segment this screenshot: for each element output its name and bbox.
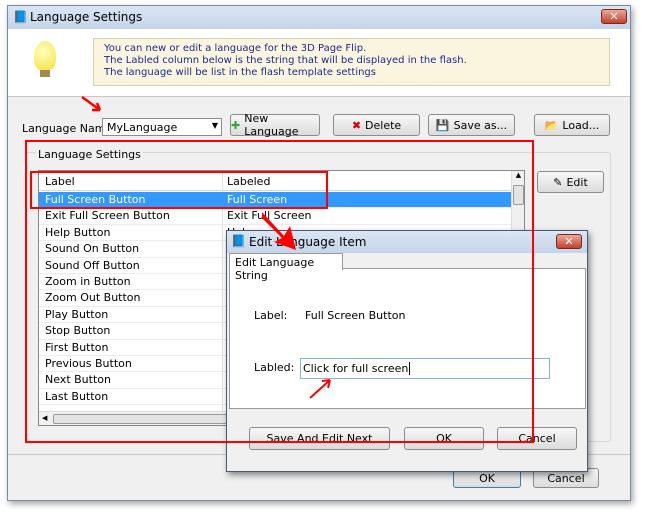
annotation-arrow-dialog [262,212,296,250]
annotation-arrow-input [309,379,331,399]
annotation-arrow-language [81,95,102,112]
annotation-rect-row [30,171,328,209]
annotation-overlay [25,95,534,443]
annotation-rect-group [25,140,534,443]
